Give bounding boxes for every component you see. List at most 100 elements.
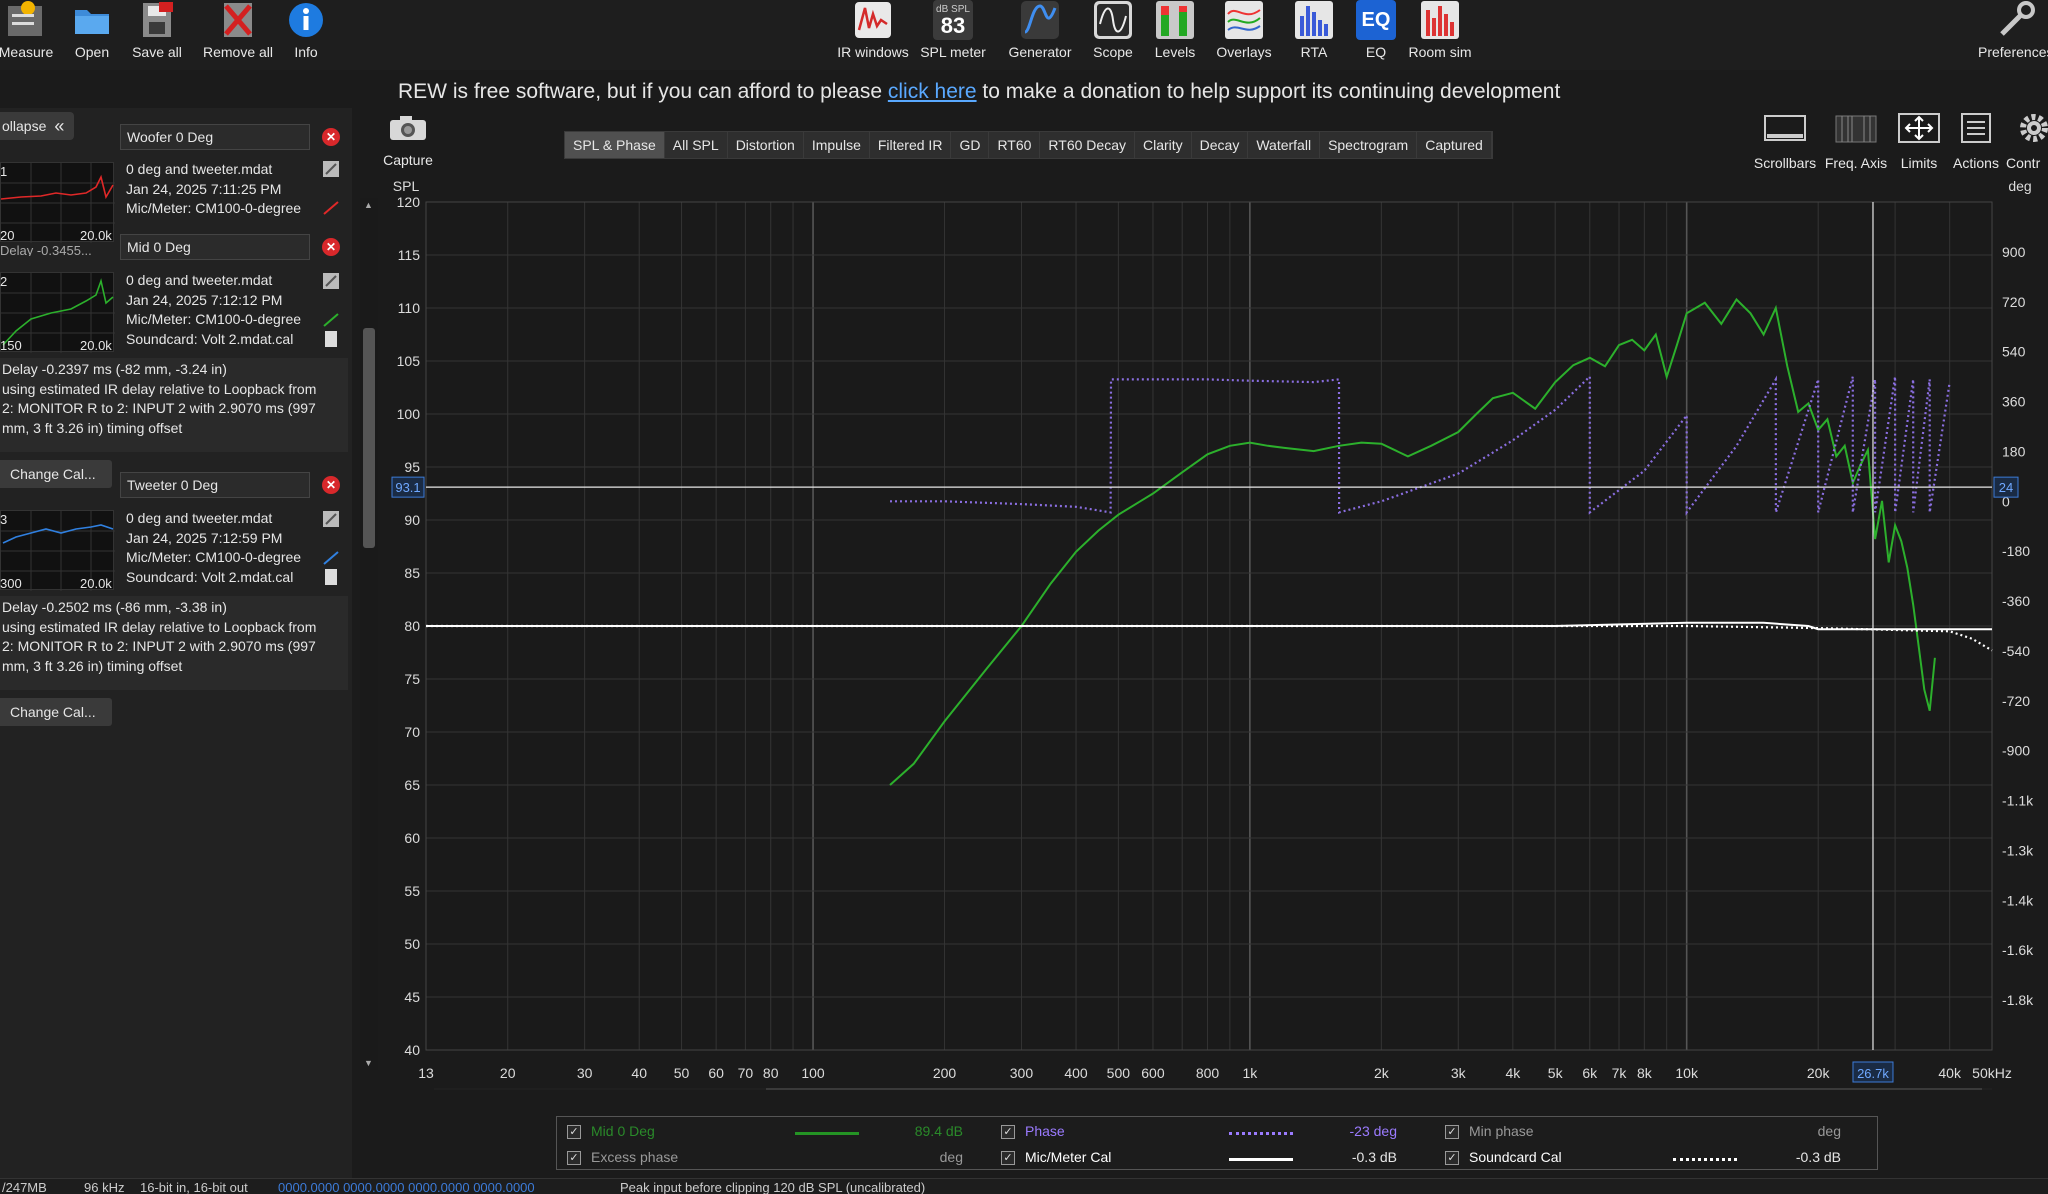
legend-label: Soundcard Cal <box>1469 1149 1562 1165</box>
line-color-icon[interactable] <box>322 310 340 328</box>
legend-line-swatch <box>1229 1158 1293 1161</box>
room-sim-button[interactable]: Room sim <box>1404 0 1476 68</box>
measurement-2-info: 0 deg and tweeter.mdat Jan 24, 2025 7:12… <box>126 272 302 347</box>
close-icon[interactable]: ✕ <box>322 238 340 256</box>
scrollbars-icon <box>1763 112 1807 149</box>
legend-checkbox[interactable]: ✓ <box>1445 1125 1459 1139</box>
measurement-1-info: 0 deg and tweeter.mdat Jan 24, 2025 7:11… <box>126 161 302 216</box>
scroll-up-icon[interactable]: ▲ <box>364 200 373 210</box>
legend-checkbox[interactable]: ✓ <box>1001 1125 1015 1139</box>
donation-link[interactable]: click here <box>888 80 977 103</box>
tab-filtered-ir[interactable]: Filtered IR <box>870 132 952 158</box>
status-bar: /247MB 96 kHz 16-bit in, 16-bit out 0000… <box>0 1178 2048 1194</box>
line-color-icon[interactable] <box>322 198 340 216</box>
x-tick-label: 3k <box>1451 1065 1467 1081</box>
measurement-1-title[interactable]: Woofer 0 Deg <box>120 124 310 150</box>
change-cal-button[interactable]: Change Cal... <box>0 698 112 726</box>
y2-tick-label: -180 <box>2002 543 2030 559</box>
y2-axis-label: deg <box>2008 178 2031 194</box>
preferences-button[interactable]: Preferences <box>1978 0 2048 68</box>
tab-all-spl[interactable]: All SPL <box>665 132 728 158</box>
remove-all-button[interactable]: Remove all <box>202 0 274 68</box>
x-tick-label: 20 <box>500 1065 516 1081</box>
close-icon[interactable]: ✕ <box>322 476 340 494</box>
legend-line-swatch <box>1673 1158 1737 1161</box>
measurements-scrollbar[interactable]: ▲ ▼ <box>360 198 378 1070</box>
scope-button[interactable]: Scope <box>1090 0 1136 68</box>
y2-tick-label: 900 <box>2002 244 2026 260</box>
y-tick-label: 90 <box>404 512 420 528</box>
tab-distortion[interactable]: Distortion <box>728 132 804 158</box>
tab-decay[interactable]: Decay <box>1192 132 1249 158</box>
y-tick-label: 50 <box>404 936 420 952</box>
edit-icon[interactable] <box>322 510 340 528</box>
cursor-x-value: 26.7k <box>1857 1066 1889 1081</box>
save-all-button[interactable]: Save all <box>130 0 184 68</box>
x-tick-label: 600 <box>1141 1065 1165 1081</box>
document-icon[interactable] <box>322 568 340 586</box>
spl-phase-graph[interactable]: SPL120 115 110 105 100 95 90 85 80 75 70 65 60 55 50 45… <box>380 170 2048 1090</box>
scroll-down-icon[interactable]: ▼ <box>364 1058 373 1068</box>
document-icon[interactable] <box>322 330 340 348</box>
info-button[interactable]: Info <box>288 0 324 68</box>
levels-button[interactable]: Levels <box>1152 0 1198 68</box>
controls-button[interactable]: Contr <box>2006 112 2048 171</box>
freq-axis-button[interactable]: Freq. Axis <box>1822 112 1890 171</box>
generator-button[interactable]: Generator <box>1004 0 1076 68</box>
x-tick-label: 7k <box>1612 1065 1628 1081</box>
tab-impulse[interactable]: Impulse <box>804 132 870 158</box>
legend-checkbox[interactable]: ✓ <box>1445 1151 1459 1165</box>
legend-checkbox[interactable]: ✓ <box>567 1151 581 1165</box>
open-button[interactable]: Open <box>70 0 114 68</box>
tab-clarity[interactable]: Clarity <box>1135 132 1192 158</box>
line-color-icon[interactable] <box>322 548 340 566</box>
cursor-y-value: 93.1 <box>395 480 420 495</box>
horizontal-scrollbar-thumb[interactable] <box>766 1088 1982 1090</box>
ir-windows-button[interactable]: IR windows <box>834 0 912 68</box>
scrollbar-thumb[interactable] <box>363 328 375 548</box>
legend-value: -0.3 dB <box>1795 1149 1841 1165</box>
ir-windows-icon <box>853 0 893 40</box>
close-icon[interactable]: ✕ <box>322 128 340 146</box>
y-tick-label: 85 <box>404 565 420 581</box>
x-tick-label: 100 <box>801 1065 825 1081</box>
freq-axis-icon <box>1834 112 1878 149</box>
y-tick-label: 55 <box>404 883 420 899</box>
tab-spectrogram[interactable]: Spectrogram <box>1320 132 1418 158</box>
spl-meter-button[interactable]: dB SPL 83 SPL meter <box>918 0 988 68</box>
y2-tick-label: 180 <box>2002 443 2026 459</box>
scope-icon <box>1093 0 1133 40</box>
limits-button[interactable]: Limits <box>1896 112 1942 171</box>
legend-checkbox[interactable]: ✓ <box>1001 1151 1015 1165</box>
scrollbars-button[interactable]: Scrollbars <box>1752 112 1818 171</box>
measure-button[interactable]: Measure <box>0 0 53 68</box>
legend-checkbox[interactable]: ✓ <box>567 1125 581 1139</box>
rta-button[interactable]: RTA <box>1294 0 1334 68</box>
x-tick-label: 40k <box>1938 1065 1962 1081</box>
tab-gd[interactable]: GD <box>951 132 990 158</box>
edit-icon[interactable] <box>322 160 340 178</box>
change-cal-button[interactable]: Change Cal... <box>0 460 112 488</box>
legend-value: 89.4 dB <box>914 1123 963 1139</box>
x-tick-label: 800 <box>1196 1065 1220 1081</box>
collapse-button[interactable]: ollapse « <box>0 112 74 140</box>
tab-captured[interactable]: Captured <box>1417 132 1492 158</box>
measurement-2-title[interactable]: Mid 0 Deg <box>120 234 310 260</box>
tab-spl-phase[interactable]: SPL & Phase <box>565 132 665 158</box>
eq-button[interactable]: EQ EQ <box>1356 0 1396 68</box>
measurement-3-title[interactable]: Tweeter 0 Deg <box>120 472 310 498</box>
capture-button[interactable]: Capture <box>380 114 436 168</box>
tab-rt60-decay[interactable]: RT60 Decay <box>1040 132 1135 158</box>
scroll-right-icon[interactable]: ▶ <box>1986 1089 1995 1090</box>
overlays-button[interactable]: Overlays <box>1214 0 1274 68</box>
tab-waterfall[interactable]: Waterfall <box>1248 132 1321 158</box>
x-tick-label: 8k <box>1637 1065 1653 1081</box>
actions-icon <box>1954 112 1998 149</box>
actions-button[interactable]: Actions <box>1948 112 2004 171</box>
room-sim-icon <box>1420 0 1460 40</box>
edit-icon[interactable] <box>322 272 340 290</box>
tab-rt60[interactable]: RT60 <box>989 132 1041 158</box>
y-tick-label: 95 <box>404 459 420 475</box>
measurement-3-info: 0 deg and tweeter.mdat Jan 24, 2025 7:12… <box>126 510 302 585</box>
scroll-left-icon[interactable]: ◀ <box>420 1089 429 1090</box>
